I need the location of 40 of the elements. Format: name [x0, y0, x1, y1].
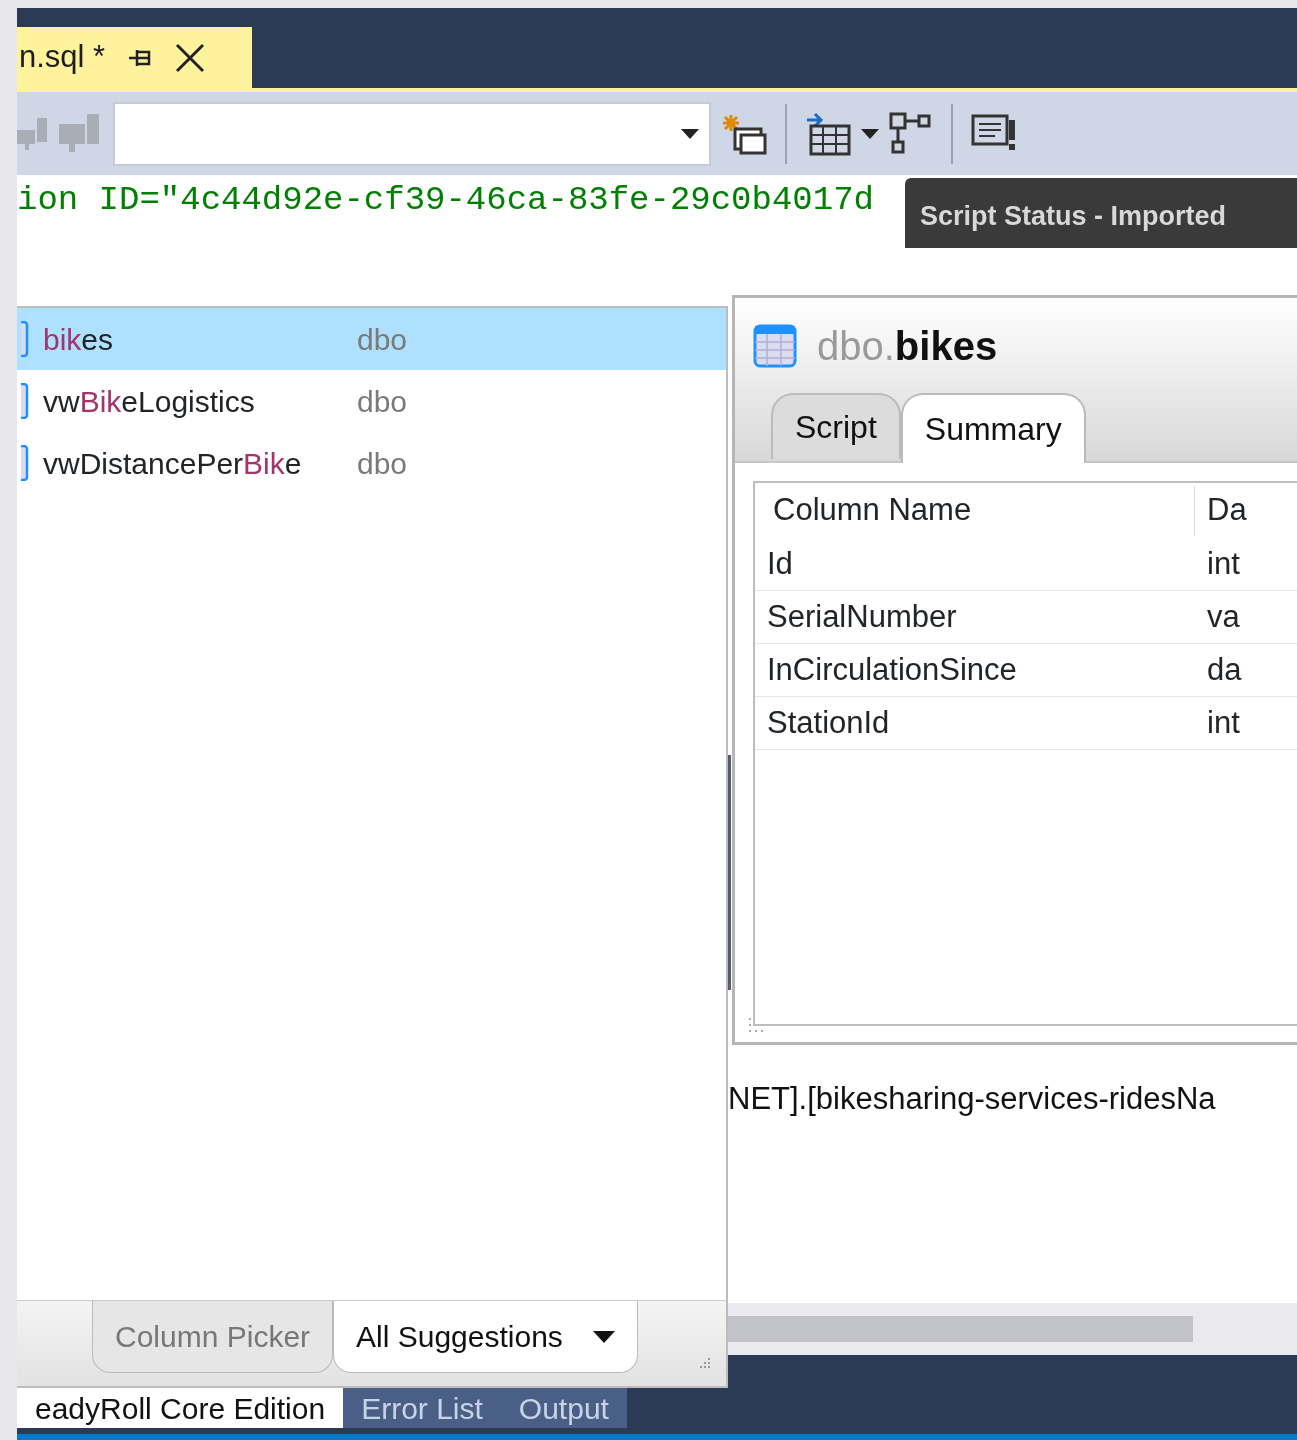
suggestion-item[interactable]: vwBikeLogistics dbo [17, 370, 726, 432]
object-name: bikes [43, 321, 114, 358]
table-cell-text: va [1206, 597, 1240, 636]
object-title: dbo.bikes [817, 323, 998, 370]
column-header: Da [1206, 491, 1247, 530]
code-line: NET].[bikesharing-services-ridesNa [728, 1080, 1216, 1118]
caret-icon[interactable] [861, 128, 879, 139]
horizontal-scrollbar[interactable] [728, 1303, 1297, 1355]
table-cell-text: int [1206, 703, 1240, 742]
table-cell-text: InCirculationSince [766, 650, 1018, 689]
panel-tab[interactable]: Summary [900, 393, 1086, 463]
filter-tab[interactable]: Column Picker [92, 1301, 334, 1373]
bottom-tab[interactable]: eadyRoll Core Edition [17, 1388, 344, 1428]
code-line: ion ID="4c44d92e-cf39-46ca-83fe-29c0b4017d [17, 180, 874, 221]
column-header: Column Name [755, 485, 1195, 536]
filter-tab[interactable]: All Suggestions [333, 1301, 638, 1373]
status-tooltip: Script Status - Imported [905, 178, 1297, 248]
table-cell-text: SerialNumber [766, 597, 958, 636]
table-cell-text: Id [766, 544, 794, 583]
diagram-icon[interactable] [889, 111, 933, 156]
close-icon[interactable] [175, 42, 206, 73]
document-tab[interactable]: n.sql * [17, 27, 252, 88]
schema-name: dbo [357, 383, 408, 420]
panel-tab[interactable]: Script [771, 393, 901, 459]
object-name: vwBikeLogistics [43, 383, 255, 420]
table-cell-text: da [1206, 650, 1242, 689]
object-name: vwDistancePerBike [43, 445, 302, 482]
suggestion-item[interactable]: vwDistancePerBike dbo [17, 432, 726, 494]
bottom-tab[interactable]: Output [500, 1388, 627, 1428]
schema-name: dbo [357, 445, 408, 482]
table-cell-text: int [1206, 544, 1240, 583]
new-query-icon[interactable] [721, 112, 767, 155]
caret-icon [681, 128, 699, 139]
schema-name: dbo [357, 321, 408, 358]
grid-icon[interactable] [805, 111, 851, 156]
suggestion-item[interactable]: bikes dbo [17, 308, 726, 370]
bottom-tab[interactable]: Error List [343, 1388, 501, 1428]
resize-grip-icon[interactable] [747, 1016, 763, 1032]
table-cell-text: StationId [766, 703, 891, 742]
tab-title: n.sql * [19, 38, 106, 77]
